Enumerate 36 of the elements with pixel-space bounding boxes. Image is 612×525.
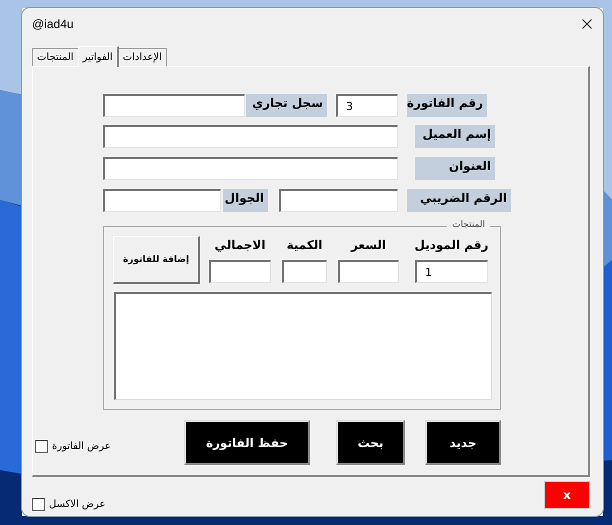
input-field[interactable] [338,260,399,283]
input-field[interactable] [103,189,221,212]
field-label: رقم الفاتورة [407,94,487,117]
column-header: السعر [350,238,386,254]
checkbox-label: عرض الاكسل [49,499,106,510]
field-label: سجل تجاري [246,94,327,117]
checkbox[interactable] [35,440,48,453]
close-icon[interactable] [582,19,592,29]
input-field[interactable] [279,189,398,212]
field-label: الجوال [223,189,268,212]
column-header: الاجمالي [214,238,266,254]
action-button[interactable]: جديد [425,420,501,465]
tab[interactable]: المنتجات [32,48,79,66]
checkbox[interactable] [32,498,45,511]
input-field[interactable] [103,125,398,148]
tab[interactable]: الإعدادات [118,48,167,66]
action-button[interactable]: حفظ الفاتورة [184,420,310,465]
field-label: الرقم الضريبي [407,189,511,212]
input-field[interactable] [209,260,271,283]
field-label: إسم العميل [415,125,495,148]
tab[interactable]: الفواتير [78,46,119,67]
group-legend: المنتجات [447,220,490,230]
list-box[interactable] [114,292,492,400]
column-header: رقم الموديل [414,238,488,254]
checkbox-label: عرض الفاتورة [52,441,111,452]
input-field[interactable]: 1 [415,260,488,283]
action-button[interactable]: بحث [336,420,405,465]
input-field[interactable] [103,157,398,180]
window-title: @iad4u [32,17,74,31]
add-to-invoice-button[interactable]: إضافة للفاتورة [113,236,200,284]
input-field[interactable] [282,260,327,283]
close-button[interactable]: x [544,481,590,509]
field-label: العنوان [415,157,495,180]
input-field[interactable]: 3 [336,94,398,117]
input-field[interactable] [103,94,245,117]
column-header: الكمية [286,238,322,254]
